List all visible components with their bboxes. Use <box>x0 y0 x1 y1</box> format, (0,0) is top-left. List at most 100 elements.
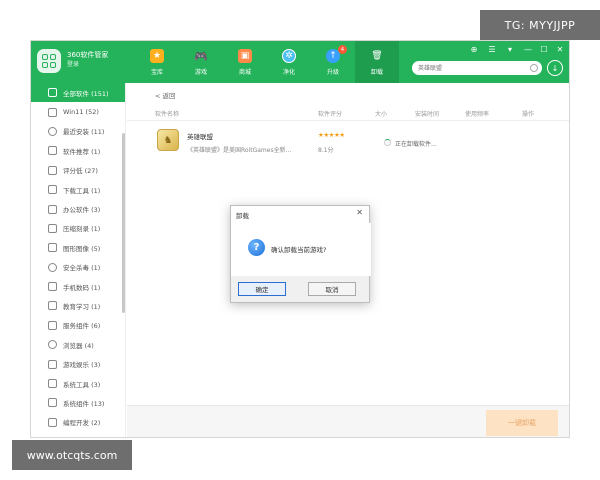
shopping-bag-icon: ▣ <box>238 49 252 63</box>
nav-item-purify[interactable]: ✲ 净化 <box>267 41 311 83</box>
service-star-icon <box>48 320 57 330</box>
dialog-close-icon[interactable]: ✕ <box>356 208 363 217</box>
sidebar-item-mobile[interactable]: 手机数码 (1) <box>31 277 125 296</box>
tools-icon <box>48 379 57 389</box>
sidebar-item-games[interactable]: 游戏娱乐 (3) <box>31 354 125 373</box>
skin-icon[interactable]: ⊕ <box>467 43 481 55</box>
column-header: 操作 <box>522 111 535 118</box>
app-logo-icon <box>37 49 61 73</box>
dialog-title: 卸载 <box>236 212 249 220</box>
sidebar-item-recent[interactable]: 最近安装 (11) <box>31 122 125 141</box>
clock-icon <box>48 126 57 136</box>
sidebar-item-office[interactable]: 办公软件 (3) <box>31 199 125 218</box>
dialog-footer: 确定 取消 <box>231 276 369 302</box>
menu-icon[interactable]: ☰ <box>485 43 499 55</box>
brand: 360软件管家 登录 <box>67 51 108 69</box>
sidebar-item-download-tools[interactable]: 下载工具 (1) <box>31 180 125 199</box>
nav-label: 商城 <box>238 69 251 76</box>
sidebar-item-education[interactable]: 教育学习 (1) <box>31 296 125 315</box>
nav-item-mall[interactable]: ▣ 商城 <box>223 41 267 83</box>
column-header: 大小 <box>375 111 388 118</box>
sidebar-item-programming[interactable]: 编程开发 (2) <box>31 413 125 432</box>
code-icon <box>48 417 57 427</box>
sidebar-item-system-components[interactable]: 系统组件 (13) <box>31 393 125 412</box>
sidebar-scrollbar[interactable] <box>122 133 125 313</box>
nav-label: 卸载 <box>370 69 383 76</box>
header: 360软件管家 登录 ★ 宝库 🎮 游戏 ▣ 商城 ✲ 净化 ↑ 升级 4 🗑 … <box>31 41 569 83</box>
rating-score: 8.1分 <box>318 147 334 154</box>
dialog-message: 确认卸载当前游戏? <box>271 246 327 254</box>
column-header: 安装时间 <box>415 111 440 118</box>
trash-icon: 🗑 <box>371 51 383 61</box>
minimize-icon[interactable]: — <box>521 43 535 55</box>
brand-name: 360软件管家 <box>67 51 109 59</box>
image-icon <box>48 243 57 253</box>
purify-icon: ✲ <box>282 49 296 63</box>
sidebar-item-security[interactable]: 安全杀毒 (1) <box>31 258 125 277</box>
confirm-button[interactable]: 确定 <box>238 282 286 296</box>
comment-icon <box>48 165 57 175</box>
search-input[interactable] <box>418 61 526 75</box>
rating-stars: ★★★★★ <box>318 131 345 139</box>
download-tool-icon <box>48 185 57 195</box>
download-icon[interactable]: ↓ <box>547 60 563 76</box>
column-header: 软件名称 <box>155 111 180 118</box>
upgrade-badge: 4 <box>338 45 347 54</box>
table-row[interactable]: ♞ 英雄联盟 《英雄联盟》是美国RoitGames全新... ★★★★★ 8.1… <box>127 125 569 161</box>
nav-label: 净化 <box>282 69 295 76</box>
briefcase-icon <box>48 204 57 214</box>
sidebar-item-low-score[interactable]: 评分低 (27) <box>31 161 125 180</box>
dropdown-icon[interactable]: ▾ <box>503 43 517 55</box>
uninstall-status: 正在卸载软件... <box>395 141 437 148</box>
sidebar-item-compress[interactable]: 压缩刻录 (1) <box>31 219 125 238</box>
component-star-icon <box>48 398 57 408</box>
sidebar-item-browser[interactable]: 浏览器 (4) <box>31 335 125 354</box>
back-link[interactable]: < 返回 <box>155 90 176 100</box>
nav-item-games[interactable]: 🎮 游戏 <box>179 41 223 83</box>
nav-item-uninstall[interactable]: 🗑 卸载 <box>355 41 399 83</box>
browser-icon <box>48 340 57 350</box>
watermark-bottom: www.otcqts.com <box>12 440 132 470</box>
sidebar-item-all[interactable]: 全部软件 (151) <box>31 83 125 103</box>
grid-icon <box>48 88 57 98</box>
search-box <box>412 61 542 75</box>
windows-icon <box>48 107 57 117</box>
search-icon[interactable] <box>530 64 538 72</box>
maximize-icon[interactable]: ☐ <box>537 43 551 55</box>
dialog-body: ? 确认卸载当前游戏? <box>231 223 371 276</box>
cancel-button[interactable]: 取消 <box>308 282 356 296</box>
sidebar-item-recommend[interactable]: 软件推荐 (1) <box>31 141 125 160</box>
sidebar-item-system-tools[interactable]: 系统工具 (3) <box>31 374 125 393</box>
category-sidebar: 全部软件 (151) Win11 (52) 最近安装 (11) 软件推荐 (1)… <box>31 83 126 437</box>
nav-label: 升级 <box>326 69 339 76</box>
nav-label: 游戏 <box>194 69 207 76</box>
sidebar-item-graphics[interactable]: 图形图像 (5) <box>31 238 125 257</box>
star-icon <box>48 146 57 156</box>
league-of-legends-icon: ♞ <box>157 129 179 151</box>
treasure-icon: ★ <box>150 49 164 63</box>
loading-spinner-icon <box>384 139 391 146</box>
page: TG: MYYJJPP 360软件管家 登录 ★ 宝库 🎮 游戏 ▣ 商城 ✲ … <box>0 0 600 480</box>
column-header: 使用频率 <box>465 111 490 118</box>
login-link[interactable]: 登录 <box>67 60 108 69</box>
watermark-top: TG: MYYJJPP <box>480 10 600 40</box>
archive-icon <box>48 223 57 233</box>
nav-item-treasure[interactable]: ★ 宝库 <box>135 41 179 83</box>
sidebar-item-win11[interactable]: Win11 (52) <box>31 102 125 121</box>
graduation-icon <box>48 301 57 311</box>
gamepad-icon: 🎮 <box>194 49 208 63</box>
uninstall-all-button[interactable]: 一键卸载 <box>486 410 558 436</box>
column-header: 软件评分 <box>318 111 343 118</box>
phone-icon <box>48 282 57 292</box>
app-name: 英雄联盟 <box>187 133 213 141</box>
uninstall-confirm-dialog: 卸载 ✕ ? 确认卸载当前游戏? 确定 取消 <box>230 205 371 303</box>
top-nav: ★ 宝库 🎮 游戏 ▣ 商城 ✲ 净化 ↑ 升级 4 🗑 卸载 <box>135 41 399 83</box>
question-icon: ? <box>248 239 265 256</box>
table-header: 软件名称 软件评分 大小 安装时间 使用频率 操作 <box>127 109 569 121</box>
close-icon[interactable]: ✕ <box>553 43 567 55</box>
sidebar-item-services[interactable]: 服务组件 (6) <box>31 316 125 335</box>
game-controller-icon <box>48 359 57 369</box>
nav-label: 宝库 <box>150 69 163 76</box>
bottom-bar: 一键卸载 <box>127 405 569 437</box>
nav-item-upgrade[interactable]: ↑ 升级 4 <box>311 41 355 83</box>
